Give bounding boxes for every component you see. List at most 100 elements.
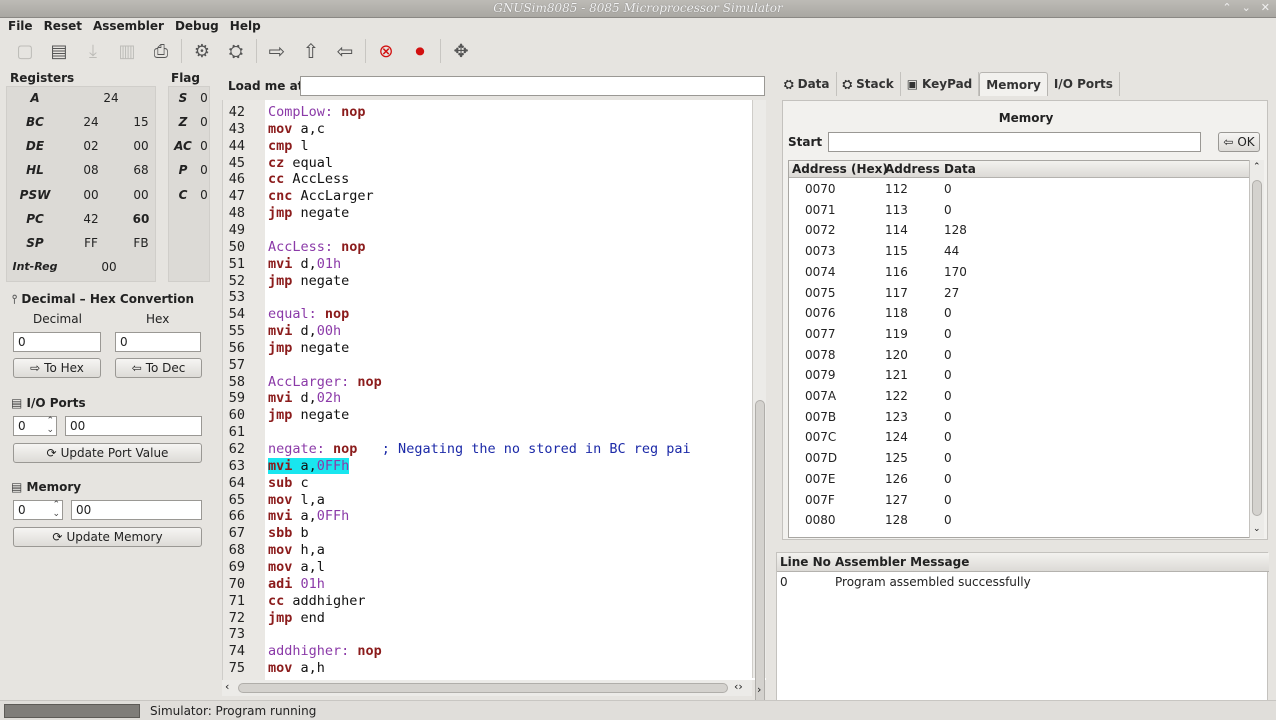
table-row[interactable]: 007A 122 0 bbox=[789, 386, 1249, 407]
code-token: d, bbox=[300, 390, 317, 407]
editor-vertical-scrollbar[interactable] bbox=[752, 100, 766, 720]
table-row[interactable]: 0079 121 0 bbox=[789, 365, 1249, 386]
assemble-icon[interactable]: ⚙ bbox=[185, 36, 219, 66]
column-header[interactable]: Data bbox=[944, 162, 976, 176]
line-number: 70 bbox=[228, 575, 245, 592]
scroll-thumb[interactable] bbox=[238, 683, 728, 693]
table-row[interactable]: 0075 117 27 bbox=[789, 283, 1249, 304]
line-number: 73 bbox=[228, 626, 245, 643]
code-line: AccLess: nop bbox=[268, 239, 366, 256]
code-line: jmp negate bbox=[268, 407, 349, 424]
load-address-input[interactable] bbox=[300, 76, 765, 96]
scroll-right-icon[interactable]: › bbox=[757, 683, 761, 696]
table-row[interactable]: 0077 119 0 bbox=[789, 324, 1249, 345]
ok-button[interactable]: ⇦ OK bbox=[1218, 132, 1260, 152]
step-out-icon[interactable]: ⇧ bbox=[294, 36, 328, 66]
scroll-thumb[interactable] bbox=[755, 400, 765, 720]
update-memory-button[interactable]: ⟳ Update Memory bbox=[13, 527, 202, 547]
new-file-icon[interactable]: ▢ bbox=[8, 36, 42, 66]
scroll-left-icon[interactable]: ‹ bbox=[225, 680, 229, 693]
tab-keypad[interactable]: ▣ KeyPad bbox=[901, 72, 980, 96]
decimal-input[interactable]: 0 bbox=[13, 332, 101, 352]
register-row: PSW 00 00 bbox=[19, 188, 149, 202]
table-row[interactable]: 007D 125 0 bbox=[789, 448, 1249, 469]
code-token: nop bbox=[341, 238, 366, 255]
code-token: adi bbox=[268, 575, 301, 592]
code-token: mvi bbox=[268, 255, 301, 272]
update-port-button[interactable]: ⟳ Update Port Value bbox=[13, 443, 202, 463]
spinner-arrows-icon[interactable]: ⌃ ⌄ bbox=[52, 501, 60, 519]
hex-input[interactable]: 0 bbox=[115, 332, 201, 352]
table-row[interactable]: 0070 112 0 bbox=[789, 179, 1249, 200]
print-icon[interactable]: ⎙ bbox=[144, 36, 178, 66]
table-row[interactable]: 0080 128 0 bbox=[789, 510, 1249, 531]
column-header[interactable]: Address (Hex) bbox=[792, 162, 888, 176]
column-header[interactable]: Assembler Message bbox=[835, 555, 969, 569]
table-row[interactable]: 0078 120 0 bbox=[789, 345, 1249, 366]
save-as-icon[interactable]: ▥ bbox=[110, 36, 144, 66]
breakpoint-icon[interactable]: ⏺ bbox=[403, 36, 437, 66]
code-editor[interactable]: 42 43 44 45 46 47 48 49 50 51 52 53 54 55 56 57 58 59 60 61… bbox=[222, 100, 766, 680]
menu-debug[interactable]: Debug bbox=[173, 18, 228, 34]
tab-memory[interactable]: Memory bbox=[979, 72, 1048, 96]
column-header[interactable]: Line No bbox=[780, 555, 831, 569]
table-row[interactable]: 0076 118 0 bbox=[789, 303, 1249, 324]
message-line-no: 0 bbox=[780, 575, 788, 589]
menu-help[interactable]: Help bbox=[228, 18, 270, 34]
minimize-icon[interactable]: ⌃ bbox=[1222, 1, 1231, 14]
code-line: mov a,l bbox=[268, 559, 325, 576]
execute-icon[interactable]: ⛭ bbox=[219, 36, 253, 66]
table-row[interactable]: 007B 123 0 bbox=[789, 407, 1249, 428]
scroll-right-icon[interactable]: ‹› bbox=[734, 680, 743, 693]
open-file-icon[interactable]: ▤ bbox=[42, 36, 76, 66]
menu-file[interactable]: File bbox=[6, 18, 42, 34]
messages-header: Line No Assembler Message bbox=[777, 553, 1269, 572]
stop-icon[interactable]: ⊗ bbox=[369, 36, 403, 66]
table-row[interactable]: 0073 115 44 bbox=[789, 241, 1249, 262]
code-token: nop bbox=[357, 643, 382, 660]
table-row[interactable]: 007C 124 0 bbox=[789, 427, 1249, 448]
scroll-up-icon[interactable]: ⌃ bbox=[1253, 162, 1261, 172]
table-row[interactable]: 0071 113 0 bbox=[789, 200, 1249, 221]
start-input[interactable] bbox=[828, 132, 1201, 152]
menu-assembler[interactable]: Assembler bbox=[91, 18, 173, 34]
code-token: negate bbox=[300, 339, 350, 356]
fullscreen-icon[interactable]: ✥ bbox=[444, 36, 478, 66]
code-token: nop bbox=[357, 373, 382, 390]
menu-reset[interactable]: Reset bbox=[42, 18, 91, 34]
editor-horizontal-scrollbar[interactable]: ‹ ‹› bbox=[222, 680, 752, 696]
scroll-thumb[interactable] bbox=[1252, 180, 1262, 516]
io-port-spinner[interactable]: 0 ⌃ ⌄ bbox=[13, 416, 57, 436]
column-header[interactable]: Address bbox=[885, 162, 940, 176]
code-line: mov h,a bbox=[268, 542, 325, 559]
to-hex-button[interactable]: ⇨ To Hex bbox=[13, 358, 101, 378]
line-number: 51 bbox=[228, 255, 245, 272]
to-dec-button[interactable]: ⇦ To Dec bbox=[115, 358, 202, 378]
close-icon[interactable]: ✕ bbox=[1261, 1, 1270, 14]
step-in-icon[interactable]: ⇨ bbox=[260, 36, 294, 66]
save-file-icon[interactable]: ⤓ bbox=[76, 36, 110, 66]
scroll-down-icon[interactable]: ⌄ bbox=[1253, 524, 1261, 534]
spinner-arrows-icon[interactable]: ⌃ ⌄ bbox=[46, 417, 54, 435]
code-token: 02h bbox=[316, 390, 342, 407]
code-token: negate bbox=[300, 272, 350, 289]
memory-scrollbar[interactable]: ⌃ ⌄ bbox=[1249, 160, 1264, 538]
maximize-icon[interactable]: ⌄ bbox=[1242, 1, 1251, 14]
line-number: 45 bbox=[228, 154, 245, 171]
register-row: HL 08 68 bbox=[26, 163, 149, 177]
status-bar: Simulator: Program running bbox=[0, 700, 1276, 720]
io-value-input[interactable]: 00 bbox=[65, 416, 202, 436]
table-row[interactable]: 007E 126 0 bbox=[789, 469, 1249, 490]
tab-data[interactable]: ⛭ Data bbox=[778, 72, 837, 96]
memory-address-spinner[interactable]: 0 ⌃ ⌄ bbox=[13, 500, 63, 520]
tab-io-ports[interactable]: I/O Ports bbox=[1048, 72, 1120, 96]
table-row[interactable]: 0072 114 128 bbox=[789, 220, 1249, 241]
flag-row: Z 0 bbox=[178, 115, 208, 129]
memory-value-input[interactable]: 00 bbox=[71, 500, 202, 520]
code-token: a, bbox=[300, 457, 317, 474]
table-row[interactable]: 0074 116 170 bbox=[789, 262, 1249, 283]
table-cell: 007A bbox=[805, 389, 837, 403]
step-over-icon[interactable]: ⇦ bbox=[328, 36, 362, 66]
table-row[interactable]: 007F 127 0 bbox=[789, 490, 1249, 511]
tab-stack[interactable]: ⛭ Stack bbox=[837, 72, 901, 96]
